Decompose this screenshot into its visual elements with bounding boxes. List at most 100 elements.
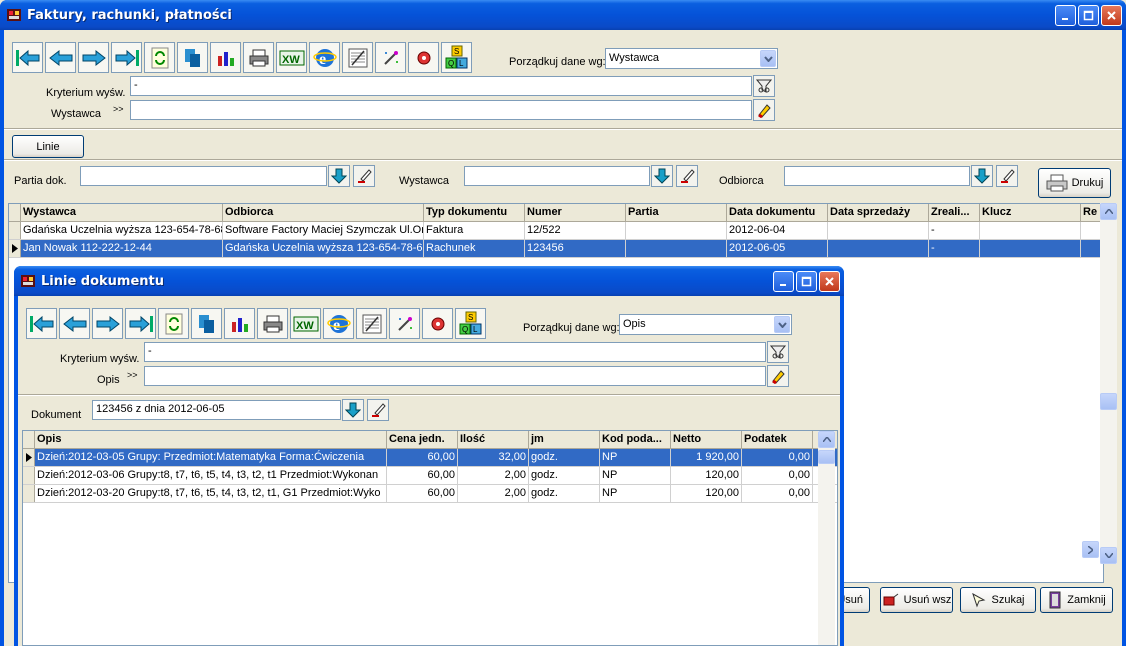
prev-record-icon[interactable] <box>45 42 76 73</box>
col-header[interactable]: Zreali... <box>929 204 980 221</box>
issuer-input[interactable] <box>464 166 650 186</box>
next-record-icon[interactable] <box>78 42 109 73</box>
close-window-button[interactable]: Zamknij <box>1040 587 1113 613</box>
table-row-selected[interactable]: Jan Nowak 112-222-12-44 Gdańska Uczelnia… <box>9 240 1103 258</box>
scroll-right-icon[interactable] <box>1082 541 1099 558</box>
last-record-icon[interactable] <box>111 42 142 73</box>
sort-select[interactable]: Wystawca <box>605 48 778 69</box>
batch-input[interactable] <box>80 166 327 186</box>
dialog-expand-chevron[interactable]: >> <box>127 370 138 380</box>
col-header[interactable]: Wystawca <box>21 204 223 221</box>
criterion-input[interactable]: - <box>130 76 752 96</box>
main-vertical-scrollbar[interactable] <box>1100 203 1117 564</box>
internet-explorer-icon[interactable]: e <box>309 42 340 73</box>
first-record-icon[interactable] <box>12 42 43 73</box>
col-header[interactable]: Cena jedn. <box>387 431 458 448</box>
col-header[interactable]: Opis <box>35 431 387 448</box>
dialog-minimize-button[interactable] <box>773 270 794 292</box>
col-header[interactable]: Podatek <box>742 431 813 448</box>
minimize-button[interactable] <box>1055 4 1076 26</box>
sql-icon[interactable]: SQL <box>441 42 472 73</box>
filter-input[interactable] <box>130 100 752 120</box>
dialog-filter-input[interactable] <box>144 366 766 386</box>
prev-record-icon[interactable] <box>59 308 90 339</box>
main-titlebar[interactable]: Faktury, rachunki, płatności <box>0 0 1126 30</box>
col-header[interactable]: Typ dokumentu <box>424 204 525 221</box>
print-button[interactable]: Drukuj <box>1038 168 1111 198</box>
document-input[interactable]: 123456 z dnia 2012-06-05 <box>92 400 341 420</box>
batch-clear-button[interactable] <box>353 165 375 187</box>
close-button[interactable] <box>1101 4 1122 26</box>
issuer-select-button[interactable] <box>651 165 673 187</box>
dialog-clear-filter-button[interactable] <box>767 365 789 387</box>
wand-icon[interactable] <box>389 308 420 339</box>
table-row-selected[interactable]: Dzień:2012-03-05 Grupy: Przedmiot:Matema… <box>23 449 837 467</box>
col-header[interactable]: Kod poda... <box>600 431 671 448</box>
refresh-icon[interactable] <box>158 308 189 339</box>
clear-filter-button[interactable] <box>753 99 775 121</box>
col-header[interactable]: jm <box>529 431 600 448</box>
wand-icon[interactable] <box>375 42 406 73</box>
sql-icon[interactable]: SQL <box>455 308 486 339</box>
issuer-clear-button[interactable] <box>676 165 698 187</box>
table-row[interactable]: Dzień:2012-03-06 Grupy:t8, t7, t6, t5, t… <box>23 467 837 485</box>
dialog-vertical-scrollbar[interactable] <box>818 431 835 645</box>
col-header[interactable]: Data sprzedaży <box>828 204 929 221</box>
scroll-thumb[interactable] <box>818 450 835 464</box>
scroll-thumb[interactable] <box>1100 393 1117 410</box>
col-header[interactable]: Netto <box>671 431 742 448</box>
chart-icon[interactable] <box>210 42 241 73</box>
filter-button[interactable] <box>753 75 775 97</box>
col-header[interactable]: Klucz <box>980 204 1081 221</box>
col-header[interactable]: Numer <box>525 204 626 221</box>
maximize-button[interactable] <box>1078 4 1099 26</box>
copy-icon[interactable] <box>177 42 208 73</box>
print-icon[interactable] <box>257 308 288 339</box>
scroll-up-icon[interactable] <box>1100 203 1117 220</box>
recipient-input[interactable] <box>784 166 970 186</box>
dialog-sort-select[interactable]: Opis <box>619 314 792 335</box>
document-clear-button[interactable] <box>367 399 389 421</box>
chevron-down-icon[interactable] <box>774 316 790 333</box>
table-row[interactable]: Gdańska Uczelnia wyższa 123-654-78-68 So… <box>9 222 1103 240</box>
settings-icon[interactable] <box>408 42 439 73</box>
copy-icon[interactable] <box>191 308 222 339</box>
col-header[interactable]: Ilość <box>458 431 529 448</box>
col-header[interactable]: Data dokumentu <box>727 204 828 221</box>
batch-select-button[interactable] <box>328 165 350 187</box>
col-header[interactable]: Odbiorca <box>223 204 424 221</box>
first-record-icon[interactable] <box>26 308 57 339</box>
delete-all-button[interactable]: Usuń wsz <box>880 587 953 613</box>
internet-explorer-icon[interactable]: e <box>323 308 354 339</box>
refresh-icon[interactable] <box>144 42 175 73</box>
recipient-clear-button[interactable] <box>996 165 1018 187</box>
table-row[interactable]: Dzień:2012-03-20 Grupy:t8, t7, t6, t5, t… <box>23 485 837 503</box>
excel-export-icon[interactable]: XW <box>290 308 321 339</box>
last-record-icon[interactable] <box>125 308 156 339</box>
settings-icon[interactable] <box>422 308 453 339</box>
report-icon[interactable] <box>342 42 373 73</box>
dialog-filter-button[interactable] <box>767 341 789 363</box>
chart-icon[interactable] <box>224 308 255 339</box>
document-select-button[interactable] <box>342 399 364 421</box>
cell: 123456 <box>525 240 626 257</box>
expand-chevron[interactable]: >> <box>113 104 124 114</box>
dialog-criterion-input[interactable]: - <box>144 342 766 362</box>
dialog-maximize-button[interactable] <box>796 270 817 292</box>
row-indicator <box>23 467 35 484</box>
lines-button[interactable]: Linie <box>12 135 84 158</box>
next-record-icon[interactable] <box>92 308 123 339</box>
dialog-titlebar[interactable]: Linie dokumentu <box>14 266 844 296</box>
col-header[interactable]: Re <box>1081 204 1101 221</box>
dialog-close-button[interactable] <box>819 270 840 292</box>
excel-export-icon[interactable]: XW <box>276 42 307 73</box>
chevron-down-icon[interactable] <box>760 50 776 67</box>
col-header[interactable]: Partia <box>626 204 727 221</box>
scroll-up-icon[interactable] <box>818 431 835 448</box>
print-icon[interactable] <box>243 42 274 73</box>
scroll-down-icon[interactable] <box>1100 547 1117 564</box>
search-button[interactable]: Szukaj <box>960 587 1036 613</box>
report-icon[interactable] <box>356 308 387 339</box>
cell: Jan Nowak 112-222-12-44 <box>21 240 223 257</box>
recipient-select-button[interactable] <box>971 165 993 187</box>
